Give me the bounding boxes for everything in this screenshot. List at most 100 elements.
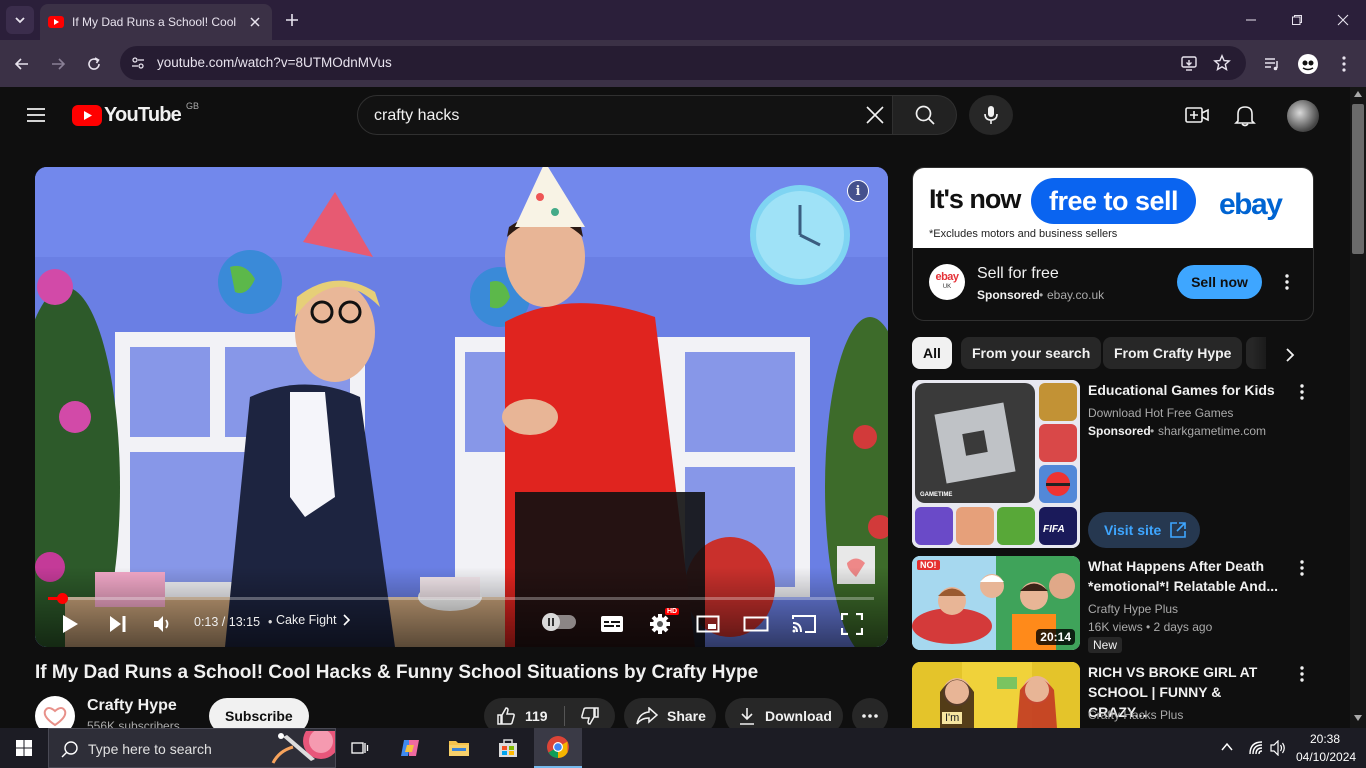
settings-button[interactable]: HD xyxy=(646,608,680,638)
hidden-icons-button[interactable] xyxy=(1220,740,1234,754)
volume-button[interactable] xyxy=(1270,740,1286,756)
visit-site-button[interactable]: Visit site xyxy=(1088,512,1200,548)
video-title: If My Dad Runs a School! Cool Hacks & Fu… xyxy=(35,662,759,683)
volume-icon xyxy=(154,616,169,632)
restore-button[interactable] xyxy=(1274,0,1320,40)
minimize-button[interactable] xyxy=(1228,0,1274,40)
hamburger-menu-icon xyxy=(27,108,45,122)
rec-menu-button[interactable] xyxy=(1292,556,1312,580)
chrome-taskbar-button[interactable] xyxy=(534,728,582,768)
sell-now-label: Sell now xyxy=(1191,274,1248,290)
more-vertical-icon xyxy=(1342,56,1346,72)
address-bar[interactable]: youtube.com/watch?v=8UTMOdnMVus xyxy=(120,46,1246,80)
chevron-down-icon xyxy=(15,17,25,24)
rec-domain: sharkgametime.com xyxy=(1158,424,1267,438)
rec-thumbnail-ad[interactable]: GAMETIME FIFA xyxy=(912,380,1080,548)
chip-all[interactable]: All xyxy=(912,337,952,369)
rec-channel[interactable]: Crafty Hacks Plus xyxy=(1088,708,1183,722)
copilot-button[interactable] xyxy=(396,734,424,762)
create-button[interactable] xyxy=(1184,103,1210,127)
rec-title[interactable]: Educational Games for Kids xyxy=(1088,380,1283,400)
forward-button[interactable] xyxy=(44,50,72,78)
network-button[interactable] xyxy=(1248,740,1264,756)
chip-from-crafty-hype[interactable]: From Crafty Hype xyxy=(1103,337,1243,369)
ad-banner-prefix: It's now xyxy=(929,184,1021,214)
ad-menu-button[interactable] xyxy=(1277,270,1297,294)
info-button[interactable]: i xyxy=(847,180,869,202)
rec-thumbnail[interactable]: NO! 20:14 xyxy=(912,556,1080,650)
rec-stats: 16K views • 2 days ago xyxy=(1088,620,1213,634)
chip-from-your-search[interactable]: From your search xyxy=(961,337,1102,369)
youtube-logo[interactable]: YouTube GB xyxy=(72,101,199,127)
cast-icon xyxy=(792,615,816,633)
install-app-icon[interactable] xyxy=(1180,54,1198,72)
bookmark-star-icon[interactable] xyxy=(1213,54,1231,72)
reload-button[interactable] xyxy=(80,50,108,78)
miniplayer-button[interactable] xyxy=(694,610,722,638)
ad-banner[interactable]: It's now free to sell ebay *Excludes mot… xyxy=(913,168,1313,248)
task-view-button[interactable] xyxy=(346,734,374,762)
thumb-sign: I'm xyxy=(942,712,963,724)
guide-menu-button[interactable] xyxy=(24,103,48,127)
back-button[interactable] xyxy=(8,50,36,78)
rec-sponsored: Sponsored xyxy=(1088,424,1151,438)
scroll-down-icon[interactable] xyxy=(1354,715,1362,721)
account-avatar[interactable] xyxy=(1287,100,1319,132)
rec-title[interactable]: What Happens After Death *emotional*! Re… xyxy=(1088,556,1283,596)
play-button[interactable] xyxy=(57,611,83,637)
page-scrollbar[interactable] xyxy=(1350,87,1366,728)
ad-card[interactable]: It's now free to sell ebay *Excludes mot… xyxy=(912,167,1314,321)
notifications-button[interactable] xyxy=(1234,103,1256,127)
tab-search-button[interactable] xyxy=(6,6,34,34)
minimize-icon xyxy=(1246,19,1256,21)
search-button[interactable] xyxy=(893,95,957,135)
start-button[interactable] xyxy=(0,728,48,768)
browser-toolbar: youtube.com/watch?v=8UTMOdnMVus xyxy=(0,40,1366,87)
autoplay-toggle[interactable] xyxy=(542,613,576,631)
subtitles-button[interactable] xyxy=(598,610,626,638)
file-explorer-button[interactable] xyxy=(445,734,473,762)
clock-date[interactable]: 04/10/2024 xyxy=(1296,750,1356,764)
rec-menu-button[interactable] xyxy=(1292,662,1312,686)
thumb-tile-label: FIFA xyxy=(1043,524,1065,535)
video-player[interactable]: i 0:13 / 13:15 • Cake Fight HD xyxy=(35,167,888,647)
voice-search-button[interactable] xyxy=(969,95,1013,135)
taskbar-search-box[interactable]: Type here to search xyxy=(48,728,336,768)
search-icon xyxy=(915,105,935,125)
progress-bar[interactable] xyxy=(48,593,874,604)
chips-next-button[interactable] xyxy=(1276,341,1304,369)
search-icon xyxy=(61,741,78,758)
channel-name[interactable]: Crafty Hype xyxy=(87,697,177,715)
profile-avatar-button[interactable] xyxy=(1294,50,1322,78)
clear-search-button[interactable] xyxy=(864,104,886,126)
cast-button[interactable] xyxy=(790,610,818,638)
next-button[interactable] xyxy=(105,611,131,637)
progress-scrubber[interactable] xyxy=(56,593,68,604)
more-vertical-icon xyxy=(1300,560,1304,576)
chapter-button[interactable]: Cake Fight xyxy=(276,613,351,627)
scroll-up-icon[interactable] xyxy=(1354,91,1362,97)
scrollbar-thumb[interactable] xyxy=(1352,104,1364,254)
sell-now-button[interactable]: Sell now xyxy=(1177,265,1262,299)
download-icon xyxy=(740,708,754,725)
bell-icon xyxy=(1234,106,1256,127)
close-window-button[interactable] xyxy=(1320,0,1366,40)
media-controls-button[interactable] xyxy=(1258,50,1286,78)
ad-title: Sell for free xyxy=(977,265,1059,282)
search-input[interactable]: crafty hacks xyxy=(357,95,893,135)
time-display: 0:13 / 13:15 xyxy=(194,615,261,629)
fullscreen-button[interactable] xyxy=(838,610,866,638)
microsoft-store-button[interactable] xyxy=(494,734,522,762)
active-tab[interactable]: If My Dad Runs a School! Cool Hacks & Fu… xyxy=(40,4,272,40)
clock-time[interactable]: 20:38 xyxy=(1310,732,1340,746)
rec-channel[interactable]: Crafty Hype Plus xyxy=(1088,602,1178,616)
mute-button[interactable] xyxy=(150,611,176,637)
close-tab-button[interactable] xyxy=(246,13,264,31)
new-tab-button[interactable] xyxy=(282,10,302,30)
browser-menu-button[interactable] xyxy=(1330,50,1358,78)
site-info-icon[interactable] xyxy=(130,55,146,71)
rec-thumbnail[interactable]: I'm xyxy=(912,662,1080,728)
theater-mode-button[interactable] xyxy=(742,610,770,638)
task-view-icon xyxy=(351,742,369,754)
rec-menu-button[interactable] xyxy=(1292,380,1312,404)
